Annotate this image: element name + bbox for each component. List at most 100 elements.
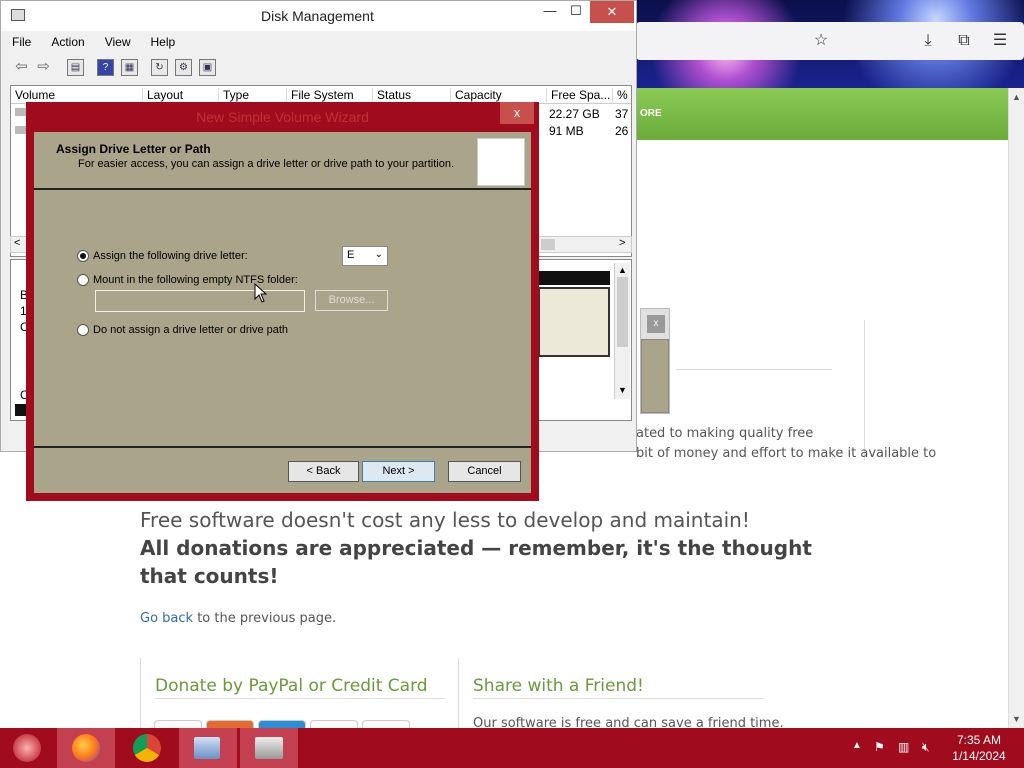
taskbar-computer-management[interactable] [179,728,237,768]
dialog-close-button[interactable]: x [500,102,534,124]
volume-muted-icon[interactable]: 🔇︎ [922,740,930,755]
cancel-button[interactable]: Cancel [448,461,521,482]
scroll-down-arrow-icon[interactable]: ▼ [1012,714,1021,724]
help-icon[interactable]: ? [97,59,114,76]
list-view-icon[interactable]: ▦ [121,59,138,76]
menu-help[interactable]: Help [148,33,179,51]
wizard-header-image [477,138,525,186]
no-drive-letter-label[interactable]: Do not assign a drive letter or drive pa… [93,324,288,336]
donation-heading: Free software doesn't cost any less to d… [140,508,750,532]
nav-item-more[interactable]: ORE [640,108,662,119]
free-space-cell: 22.27 GB [549,107,600,121]
rescan-disks-icon[interactable]: ▣ [199,59,216,76]
window-titlebar[interactable]: Disk Management — ☐ ✕ [1,1,636,31]
divider [155,698,445,699]
settings-icon[interactable]: ⚙ [175,59,192,76]
network-icon[interactable]: ▥ [898,740,909,754]
paragraph-line: bit of money and effort to make it avail… [636,446,937,461]
scroll-up-arrow-icon[interactable]: ▲ [1012,92,1021,102]
browse-button[interactable]: Browse... [315,290,388,311]
action-center-flag-icon[interactable]: ⚑ [874,740,885,754]
toolbar: ⇦ ⇨ ▤ ? ▦ ↻ ⚙ ▣ [9,56,629,80]
new-simple-volume-wizard: New Simple Volume Wizard x Assign Drive … [26,102,539,501]
extensions-icon[interactable]: ⧉ [953,30,975,52]
go-back-sentence: Go back to the previous page. [140,611,336,626]
popup-content [641,339,669,413]
maximize-button[interactable]: ☐ [561,3,591,19]
paragraph-line: ated to making quality free [636,426,814,441]
assign-drive-letter-label[interactable]: Assign the following drive letter: [93,250,248,262]
chrome-icon [133,734,161,762]
divider [473,698,763,699]
go-back-text: to the previous page. [193,611,337,626]
taskbar-disk-management[interactable] [240,728,298,768]
clock-time: 7:35 AM [956,733,1002,747]
mouse-pointer-icon [254,283,268,303]
dialog-titlebar[interactable]: New Simple Volume Wizard x [26,102,539,132]
ntfs-folder-path-input[interactable] [95,290,305,312]
wizard-step-title: Assign Drive Letter or Path [56,142,211,156]
divider [458,658,459,728]
scrollbar-thumb[interactable] [541,239,555,250]
start-button[interactable] [0,728,58,768]
next-button[interactable]: Next > [362,461,435,482]
menu-action[interactable]: Action [48,33,87,51]
vertical-scrollbar[interactable]: ▲ ▼ [614,263,630,399]
computer-management-icon [194,737,220,759]
mount-ntfs-folder-radio[interactable] [77,274,89,286]
download-icon[interactable]: ⤓ [917,30,939,52]
menu-hamburger-icon[interactable]: ☰ [989,30,1011,52]
share-section-title: Share with a Friend! [473,676,644,696]
site-nav-bar: ORE [636,88,1008,140]
bookmark-star-icon[interactable]: ☆ [810,30,832,52]
forward-arrow-icon[interactable]: ⇨ [35,59,52,76]
refresh-icon[interactable]: ↻ [151,59,168,76]
chevron-down-icon: ⌄ [374,249,383,260]
intro-paragraph: ated to making quality free bit of money… [636,424,1016,464]
back-arrow-icon[interactable]: ⇦ [13,59,30,76]
dialog-title: New Simple Volume Wizard [196,109,369,125]
overlay-popup: x [640,308,670,414]
show-hidden-icons-chevron-icon[interactable]: ▲ [852,740,862,751]
dialog-body: Assign Drive Letter or Path For easier a… [34,132,531,493]
taskbar-chrome[interactable] [118,728,176,768]
partition-header-bar [538,271,610,285]
window-title: Disk Management [261,8,374,24]
menu-view[interactable]: View [102,33,134,51]
scroll-up-arrow-icon[interactable]: ▲ [618,265,627,275]
scroll-right-arrow-icon[interactable]: > [619,237,625,249]
donate-section-title: Donate by PayPal or Credit Card [155,676,428,696]
divider [34,446,531,448]
partition-block[interactable] [538,287,610,357]
divider [140,658,141,728]
scrollbar-thumb[interactable] [617,277,628,347]
divider [676,369,832,370]
column-free-space[interactable]: Free Spa... [547,88,613,104]
no-drive-letter-radio[interactable] [77,324,89,336]
go-back-link[interactable]: Go back [140,611,193,626]
scroll-left-arrow-icon[interactable]: < [14,237,20,249]
wizard-header: Assign Drive Letter or Path For easier a… [34,132,531,190]
clock-date: 1/14/2024 [952,749,1006,763]
back-button[interactable]: < Back [288,461,359,482]
properties-icon[interactable]: ▤ [67,59,84,76]
firefox-icon [72,734,100,762]
page-scrollbar[interactable]: ▲ ▼ [1008,88,1024,728]
taskbar-firefox[interactable] [57,728,115,768]
drive-letter-select[interactable]: E ⌄ [342,246,388,266]
wizard-step-subtitle: For easier access, you can assign a driv… [78,158,455,170]
percent-free-cell: 37 [615,107,629,121]
start-orb-icon [13,734,41,762]
close-button[interactable]: ✕ [590,1,634,23]
percent-free-cell: 26 [615,124,629,138]
scroll-down-arrow-icon[interactable]: ▼ [618,385,627,395]
popup-close-button[interactable]: x [647,315,665,333]
menu-bar: File Action View Help [9,33,629,53]
donation-emphasis: All donations are appreciated — remember… [140,536,812,588]
system-clock[interactable]: 7:35 AM 1/14/2024 [944,732,1014,764]
assign-drive-letter-radio[interactable] [77,250,89,262]
disk-management-app-icon [11,9,25,21]
drive-letter-value: E [347,249,355,261]
column-percent-free[interactable]: % F [613,88,631,104]
menu-file[interactable]: File [9,33,34,51]
